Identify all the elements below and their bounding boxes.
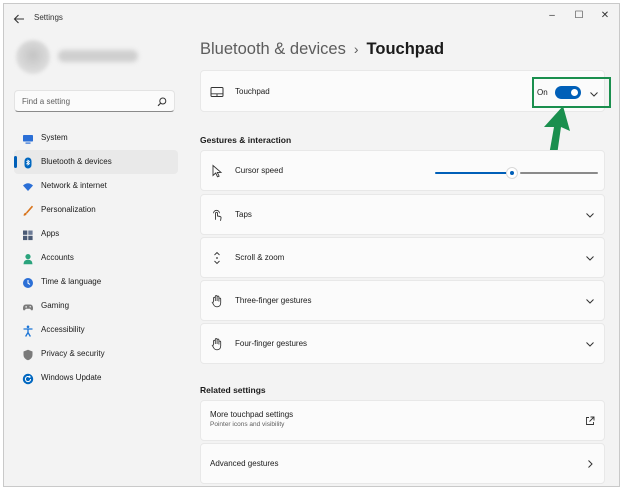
section-heading-related: Related settings [200,385,266,395]
chevron-down-icon [584,208,596,220]
external-link-icon [584,414,596,426]
taps-label: Taps [235,210,252,219]
sidebar-item-label: Accessibility [41,325,85,334]
tap-icon [210,208,224,222]
sidebar-item-label: Windows Update [41,373,102,382]
search-placeholder: Find a setting [22,97,71,106]
chevron-right-icon [584,457,596,469]
sidebar-item-label: Time & language [41,277,102,286]
three-finger-label: Three-finger gestures [235,296,312,305]
breadcrumb-separator: › [353,41,359,57]
touchpad-icon [210,85,224,99]
sidebar-item-windows-update[interactable]: Windows Update [14,366,178,390]
touchpad-label: Touchpad [235,87,270,96]
gamepad-icon [22,300,34,312]
search-icon [156,95,168,107]
sidebar-item-label: Accounts [41,253,74,262]
sidebar-item-label: Gaming [41,301,70,310]
sidebar-item-label: Bluetooth & devices [41,157,112,166]
sidebar-item-label: Privacy & security [41,349,105,358]
chevron-down-icon [584,337,596,349]
four-finger-card[interactable]: Four-finger gestures [200,323,605,364]
search-input[interactable]: Find a setting [14,90,175,112]
settings-window: Settings – ☐ ✕ Find a setting System Blu… [3,3,620,487]
more-touchpad-title: More touchpad settings [210,410,294,419]
sidebar-item-label: Personalization [41,205,96,214]
avatar [16,40,50,74]
cursor-speed-label: Cursor speed [235,166,284,175]
scroll-zoom-label: Scroll & zoom [235,253,285,262]
apps-icon [22,228,34,241]
sidebar-item-label: Apps [41,229,60,238]
more-touchpad-text: More touchpad settings Pointer icons and… [210,410,293,428]
hand-icon [210,294,224,308]
maximize-button[interactable]: ☐ [566,8,592,24]
chevron-down-icon [584,294,596,306]
cursor-icon [210,164,224,178]
sidebar-item-label: Network & internet [41,181,107,190]
close-button[interactable]: ✕ [592,8,618,24]
sidebar-item-label: System [41,133,68,142]
slider-thumb[interactable] [506,167,518,179]
back-arrow-icon[interactable] [12,12,26,26]
sidebar-item-accounts[interactable]: Accounts [14,246,178,270]
four-finger-label: Four-finger gestures [235,339,308,348]
cursor-speed-slider[interactable] [435,166,598,180]
advanced-gestures-card[interactable]: Advanced gestures [200,443,605,484]
slider-track [520,172,598,174]
more-touchpad-settings-card[interactable]: More touchpad settings Pointer icons and… [200,400,605,441]
sidebar-nav: System Bluetooth & devices Network & int… [14,126,178,390]
update-icon [22,372,34,385]
person-icon [22,252,34,265]
breadcrumb: Bluetooth & devices › Touchpad [200,40,444,64]
scroll-icon [210,251,224,265]
sidebar-item-time-language[interactable]: Time & language [14,270,178,294]
accessibility-icon [22,324,34,337]
globe-clock-icon [22,276,34,288]
app-title: Settings [34,13,63,22]
wifi-icon [22,180,34,192]
breadcrumb-parent[interactable]: Bluetooth & devices [200,40,346,58]
minimize-button[interactable]: – [539,8,565,24]
page-title: Touchpad [366,40,445,58]
sidebar-item-privacy[interactable]: Privacy & security [14,342,178,366]
sidebar-item-apps[interactable]: Apps [14,222,178,246]
scroll-zoom-card[interactable]: Scroll & zoom [200,237,605,278]
sidebar-item-network[interactable]: Network & internet [14,174,178,198]
three-finger-card[interactable]: Three-finger gestures [200,280,605,321]
sidebar-item-bluetooth[interactable]: Bluetooth & devices [14,150,178,174]
chevron-down-icon [584,251,596,263]
sidebar-item-accessibility[interactable]: Accessibility [14,318,178,342]
hand-icon [210,337,224,351]
user-profile[interactable] [14,40,174,78]
selection-indicator [14,156,17,168]
slider-fill [435,172,508,174]
shield-icon [22,348,34,361]
monitor-icon [22,132,34,144]
blurred-user-name [58,50,138,62]
sidebar-item-system[interactable]: System [14,126,178,150]
bluetooth-icon [22,156,34,169]
title-bar: Settings – ☐ ✕ [4,4,619,34]
annotation-arrow-icon [544,106,570,155]
taps-card[interactable]: Taps [200,194,605,235]
sidebar-item-personalization[interactable]: Personalization [14,198,178,222]
section-heading-gestures: Gestures & interaction [200,135,292,145]
more-touchpad-subtitle: Pointer icons and visibility [210,421,285,428]
sidebar-item-gaming[interactable]: Gaming [14,294,178,318]
brush-icon [22,204,34,216]
advanced-gestures-label: Advanced gestures [210,459,279,468]
